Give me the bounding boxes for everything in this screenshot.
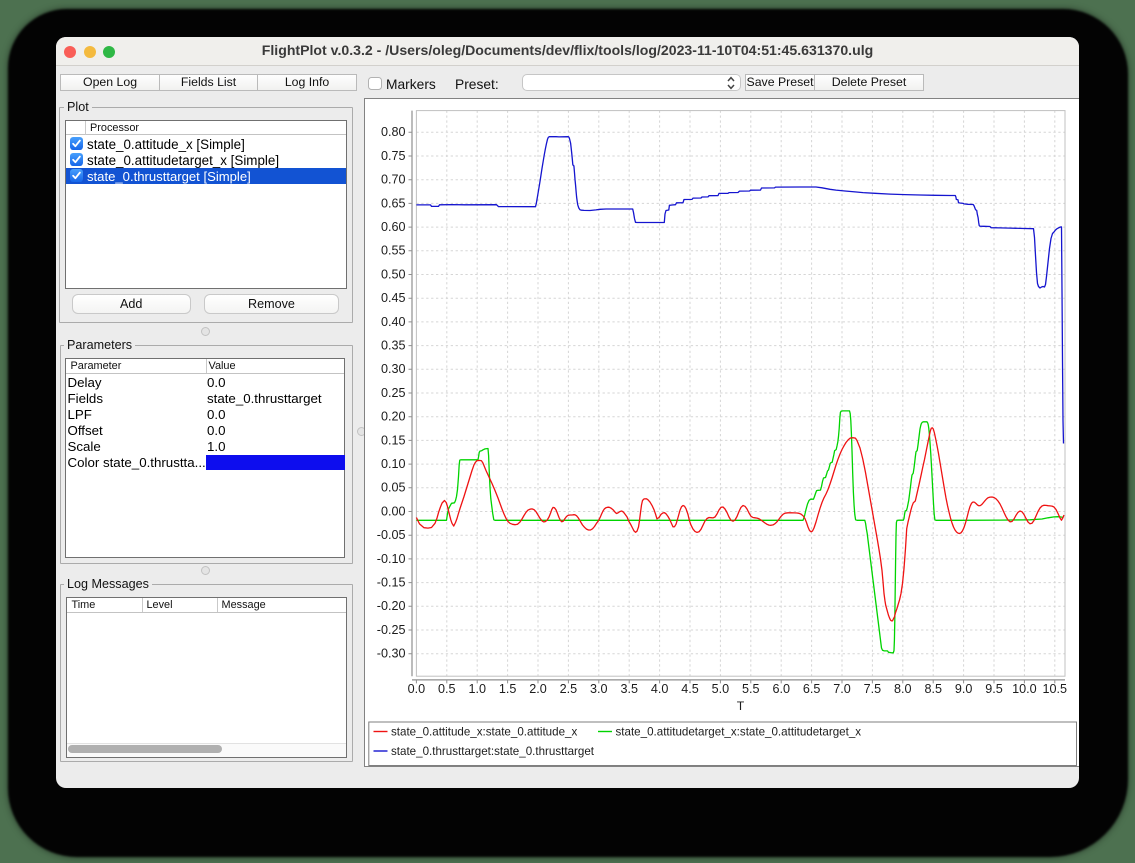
svg-text:0.55: 0.55 (381, 243, 406, 257)
svg-text:0.75: 0.75 (381, 148, 406, 162)
svg-text:-0.15: -0.15 (377, 575, 406, 589)
svg-text:0.65: 0.65 (381, 196, 406, 210)
svg-text:0.60: 0.60 (381, 220, 406, 234)
svg-text:-0.05: -0.05 (377, 528, 406, 542)
svg-text:8.5: 8.5 (924, 682, 942, 696)
svg-text:2.5: 2.5 (560, 682, 578, 696)
svg-text:3.5: 3.5 (620, 682, 638, 696)
svg-text:6.0: 6.0 (772, 682, 790, 696)
svg-text:0.45: 0.45 (381, 291, 406, 305)
svg-text:10.5: 10.5 (1043, 682, 1068, 696)
svg-text:0.5: 0.5 (438, 682, 456, 696)
svg-text:0.00: 0.00 (381, 504, 406, 518)
svg-text:9.5: 9.5 (985, 682, 1003, 696)
svg-text:10.0: 10.0 (1012, 682, 1037, 696)
svg-text:0.20: 0.20 (381, 409, 406, 423)
svg-text:5.5: 5.5 (742, 682, 760, 696)
svg-text:4.0: 4.0 (651, 682, 669, 696)
svg-text:-0.20: -0.20 (377, 599, 406, 613)
svg-text:0.50: 0.50 (381, 267, 406, 281)
svg-text:0.15: 0.15 (381, 433, 406, 447)
svg-text:0.40: 0.40 (381, 314, 406, 328)
svg-text:7.5: 7.5 (864, 682, 882, 696)
svg-text:8.0: 8.0 (894, 682, 912, 696)
svg-text:-0.30: -0.30 (377, 646, 406, 660)
svg-text:-0.10: -0.10 (377, 551, 406, 565)
svg-text:0.10: 0.10 (381, 457, 406, 471)
svg-text:3.0: 3.0 (590, 682, 608, 696)
svg-text:0.70: 0.70 (381, 172, 406, 186)
svg-text:5.0: 5.0 (712, 682, 730, 696)
svg-text:7.0: 7.0 (833, 682, 851, 696)
svg-text:1.0: 1.0 (468, 682, 486, 696)
svg-text:state_0.attitudetarget_x:state: state_0.attitudetarget_x:state_0.attitud… (616, 725, 862, 738)
svg-text:1.5: 1.5 (499, 682, 517, 696)
svg-text:0.80: 0.80 (381, 125, 406, 139)
svg-text:0.30: 0.30 (381, 362, 406, 376)
svg-text:T: T (737, 699, 745, 713)
svg-text:0.0: 0.0 (408, 682, 426, 696)
svg-text:0.35: 0.35 (381, 338, 406, 352)
svg-text:0.05: 0.05 (381, 480, 406, 494)
svg-text:0.25: 0.25 (381, 385, 406, 399)
svg-text:-0.25: -0.25 (377, 622, 406, 636)
svg-text:state_0.attitude_x:state_0.att: state_0.attitude_x:state_0.attitude_x (391, 725, 577, 738)
svg-text:6.5: 6.5 (803, 682, 821, 696)
svg-text:state_0.thrusttarget:state_0.t: state_0.thrusttarget:state_0.thrusttarge… (391, 745, 595, 758)
svg-text:9.0: 9.0 (955, 682, 973, 696)
svg-text:2.0: 2.0 (529, 682, 547, 696)
svg-text:4.5: 4.5 (681, 682, 699, 696)
